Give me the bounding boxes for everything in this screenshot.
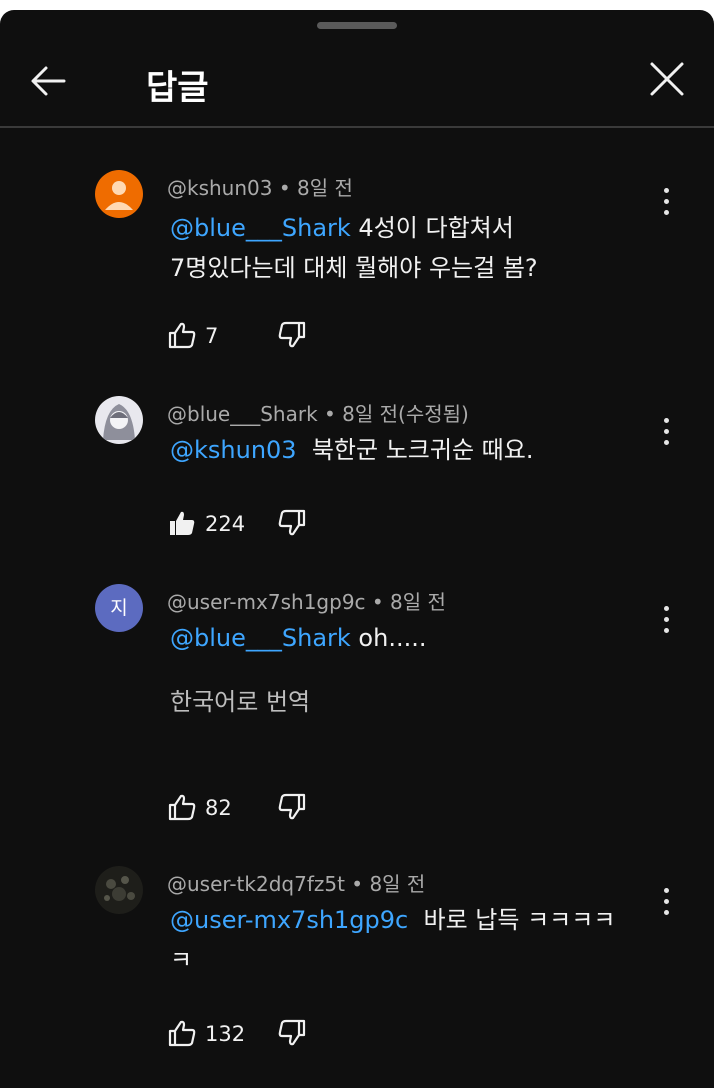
more-options-icon[interactable] — [656, 188, 676, 218]
like-count: 132 — [205, 1022, 246, 1046]
comment-meta: @blue___Shark • 8일 전(수정됨) — [167, 402, 469, 426]
comment-text: @kshun03 북한군 노크귀순 때요. — [170, 436, 534, 464]
translate-link[interactable]: 한국어로 번역 — [170, 682, 640, 722]
avatar[interactable] — [95, 866, 143, 914]
avatar[interactable] — [95, 396, 143, 444]
page-title: 답글 — [146, 68, 209, 108]
thumbs-up-icon[interactable] — [167, 792, 197, 822]
mention-link[interactable]: @blue___Shark — [170, 214, 351, 242]
comment-text: @user-mx7sh1gp9c 바로 납득 ㅋㅋㅋㅋ ㅋ — [170, 906, 616, 974]
thumbs-down-icon[interactable] — [277, 792, 307, 822]
anime-character-avatar-icon — [103, 404, 135, 440]
replies-sheet: 답글 @kshun03 • 8일 전 @blue___Shark 4성이 다합쳐… — [0, 10, 714, 1088]
like-count: 82 — [205, 796, 232, 820]
mention-link[interactable]: @kshun03 — [170, 436, 297, 464]
thumbs-down-icon[interactable] — [277, 508, 307, 538]
avatar-letter: 지 — [110, 597, 128, 619]
thumbs-down-icon[interactable] — [277, 1018, 307, 1048]
mention-link[interactable]: @user-mx7sh1gp9c — [170, 906, 408, 934]
like-count: 7 — [205, 324, 219, 348]
more-options-icon[interactable] — [656, 606, 676, 636]
avatar[interactable]: 지 — [95, 584, 143, 632]
comment-text: @blue___Shark oh..... — [170, 624, 427, 652]
textured-avatar-icon — [104, 876, 135, 901]
more-options-icon[interactable] — [656, 888, 676, 918]
comment-meta: @user-tk2dq7fz5t • 8일 전 — [167, 872, 426, 896]
comment-text: @blue___Shark 4성이 다합쳐서 7명있다는데 대체 뭘해야 우는걸… — [170, 214, 538, 282]
more-options-icon[interactable] — [656, 418, 676, 448]
drag-handle[interactable] — [317, 22, 397, 29]
thumbs-down-icon[interactable] — [277, 320, 307, 350]
replies-header: 답글 — [0, 40, 714, 128]
close-icon[interactable] — [644, 56, 690, 102]
comment-meta: @user-mx7sh1gp9c • 8일 전 — [167, 590, 446, 614]
default-user-icon — [105, 181, 133, 210]
mention-link[interactable]: @blue___Shark — [170, 624, 351, 652]
thumbs-up-icon[interactable] — [167, 1018, 197, 1048]
like-count: 224 — [205, 512, 246, 536]
avatar[interactable] — [95, 170, 143, 218]
thumbs-up-filled-icon[interactable] — [167, 508, 197, 538]
thumbs-up-icon[interactable] — [167, 320, 197, 350]
back-arrow-icon[interactable] — [26, 58, 72, 104]
comment-meta: @kshun03 • 8일 전 — [167, 176, 353, 200]
